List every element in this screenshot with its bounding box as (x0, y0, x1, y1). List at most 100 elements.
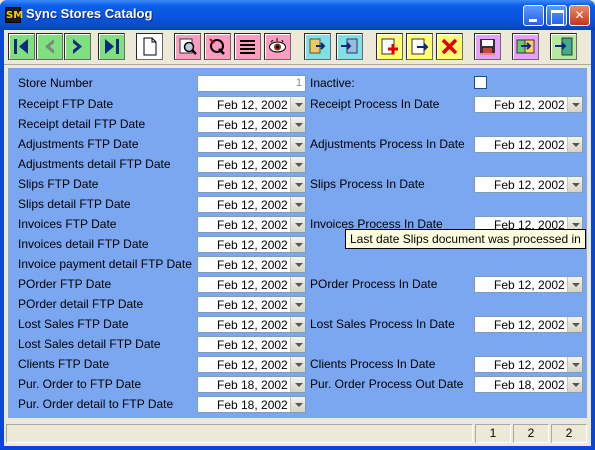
date-value: Feb 18, 2002 (217, 378, 288, 392)
ftp-date-picker[interactable]: Feb 12, 2002 (197, 156, 306, 173)
field-label: Clients FTP Date (18, 357, 110, 371)
ftp-date-picker[interactable]: Feb 12, 2002 (197, 256, 306, 273)
inactive-checkbox[interactable] (474, 76, 487, 89)
edit-button[interactable] (406, 33, 433, 60)
status-cell-2: 2 (513, 424, 549, 443)
dropdown-arrow-icon[interactable] (290, 277, 305, 292)
tooltip: Last date Slips document was processed i… (345, 229, 586, 249)
process-date-picker[interactable]: Feb 12, 2002 (474, 276, 583, 293)
ftp-date-picker[interactable]: Feb 12, 2002 (197, 196, 306, 213)
ftp-date-picker[interactable]: Feb 12, 2002 (197, 176, 306, 193)
ftp-date-picker[interactable]: Feb 12, 2002 (197, 296, 306, 313)
date-value: Feb 18, 2002 (217, 398, 288, 412)
dropdown-arrow-icon[interactable] (290, 197, 305, 212)
form-panel: Store Number 1 Inactive: Receipt FTP Dat… (8, 68, 587, 418)
dropdown-arrow-icon[interactable] (290, 257, 305, 272)
export-button[interactable] (304, 33, 331, 60)
ftp-date-picker[interactable]: Feb 18, 2002 (197, 376, 306, 393)
field-label: Lost Sales FTP Date (18, 317, 129, 331)
date-value: Feb 12, 2002 (217, 238, 288, 252)
date-value: Feb 12, 2002 (494, 178, 565, 192)
field-label: Slips FTP Date (18, 177, 99, 191)
field-label: Slips Process In Date (310, 177, 425, 191)
preview-button[interactable] (264, 33, 291, 60)
dropdown-arrow-icon[interactable] (567, 357, 582, 372)
date-value: Feb 12, 2002 (217, 278, 288, 292)
find-button[interactable] (174, 33, 201, 60)
ftp-date-picker[interactable]: Feb 12, 2002 (197, 276, 306, 293)
previous-record-button[interactable] (36, 33, 63, 60)
maximize-button[interactable] (546, 5, 567, 26)
dropdown-arrow-icon[interactable] (290, 337, 305, 352)
dropdown-arrow-icon[interactable] (290, 297, 305, 312)
date-value: Feb 12, 2002 (494, 358, 565, 372)
date-value: Feb 12, 2002 (494, 98, 565, 112)
dropdown-arrow-icon[interactable] (290, 97, 305, 112)
title-bar[interactable]: SM Sync Stores Catalog ✕ (0, 0, 595, 30)
field-label: Invoices FTP Date (18, 217, 117, 231)
window-title: Sync Stores Catalog (26, 6, 153, 21)
minimize-button[interactable] (523, 5, 544, 26)
next-record-button[interactable] (64, 33, 91, 60)
date-value: Feb 12, 2002 (217, 198, 288, 212)
dropdown-arrow-icon[interactable] (290, 217, 305, 232)
date-value: Feb 12, 2002 (217, 178, 288, 192)
dropdown-arrow-icon[interactable] (290, 377, 305, 392)
dropdown-arrow-icon[interactable] (567, 137, 582, 152)
date-value: Feb 12, 2002 (217, 358, 288, 372)
dropdown-arrow-icon[interactable] (290, 237, 305, 252)
ftp-date-picker[interactable]: Feb 12, 2002 (197, 116, 306, 133)
field-label: POrder detail FTP Date (18, 297, 144, 311)
delete-button[interactable] (436, 33, 463, 60)
app-window: SM Sync Stores Catalog ✕ Store Number 1 … (0, 0, 595, 450)
sync-button[interactable] (512, 33, 539, 60)
ftp-date-picker[interactable]: Feb 12, 2002 (197, 316, 306, 333)
dropdown-arrow-icon[interactable] (290, 137, 305, 152)
date-value: Feb 12, 2002 (494, 318, 565, 332)
field-label: Adjustments detail FTP Date (18, 157, 171, 171)
process-date-picker[interactable]: Feb 12, 2002 (474, 316, 583, 333)
add-button[interactable] (376, 33, 403, 60)
ftp-date-picker[interactable]: Feb 12, 2002 (197, 236, 306, 253)
process-date-picker[interactable]: Feb 12, 2002 (474, 96, 583, 113)
query-button[interactable] (204, 33, 231, 60)
process-date-picker[interactable]: Feb 12, 2002 (474, 176, 583, 193)
dropdown-arrow-icon[interactable] (567, 177, 582, 192)
process-date-picker[interactable]: Feb 12, 2002 (474, 136, 583, 153)
ftp-date-picker[interactable]: Feb 12, 2002 (197, 216, 306, 233)
new-record-button[interactable] (136, 33, 163, 60)
ftp-date-picker[interactable]: Feb 12, 2002 (197, 356, 306, 373)
exit-button[interactable] (550, 33, 577, 60)
list-view-button[interactable] (234, 33, 261, 60)
dropdown-arrow-icon[interactable] (290, 397, 305, 412)
ftp-date-picker[interactable]: Feb 12, 2002 (197, 336, 306, 353)
status-bar: 1 2 2 (4, 422, 591, 446)
inactive-label: Inactive: (310, 76, 355, 90)
first-record-button[interactable] (8, 33, 35, 60)
process-date-picker[interactable]: Feb 18, 2002 (474, 376, 583, 393)
dropdown-arrow-icon[interactable] (290, 157, 305, 172)
date-value: Feb 12, 2002 (217, 338, 288, 352)
store-number-field[interactable]: 1 (197, 75, 306, 92)
dropdown-arrow-icon[interactable] (567, 317, 582, 332)
dropdown-arrow-icon[interactable] (567, 377, 582, 392)
dropdown-arrow-icon[interactable] (567, 97, 582, 112)
dropdown-arrow-icon[interactable] (567, 277, 582, 292)
process-date-picker[interactable]: Feb 12, 2002 (474, 356, 583, 373)
field-label: Lost Sales Process In Date (310, 317, 455, 331)
last-record-button[interactable] (98, 33, 125, 60)
save-button[interactable] (474, 33, 501, 60)
close-button[interactable]: ✕ (569, 5, 590, 26)
dropdown-arrow-icon[interactable] (290, 357, 305, 372)
ftp-date-picker[interactable]: Feb 12, 2002 (197, 96, 306, 113)
import-button[interactable] (336, 33, 363, 60)
window-frame-right (591, 30, 595, 450)
date-value: Feb 12, 2002 (217, 98, 288, 112)
ftp-date-picker[interactable]: Feb 12, 2002 (197, 136, 306, 153)
field-label: Receipt FTP Date (18, 97, 114, 111)
dropdown-arrow-icon[interactable] (290, 177, 305, 192)
status-cell-1: 1 (475, 424, 511, 443)
dropdown-arrow-icon[interactable] (290, 117, 305, 132)
dropdown-arrow-icon[interactable] (290, 317, 305, 332)
ftp-date-picker[interactable]: Feb 18, 2002 (197, 396, 306, 413)
